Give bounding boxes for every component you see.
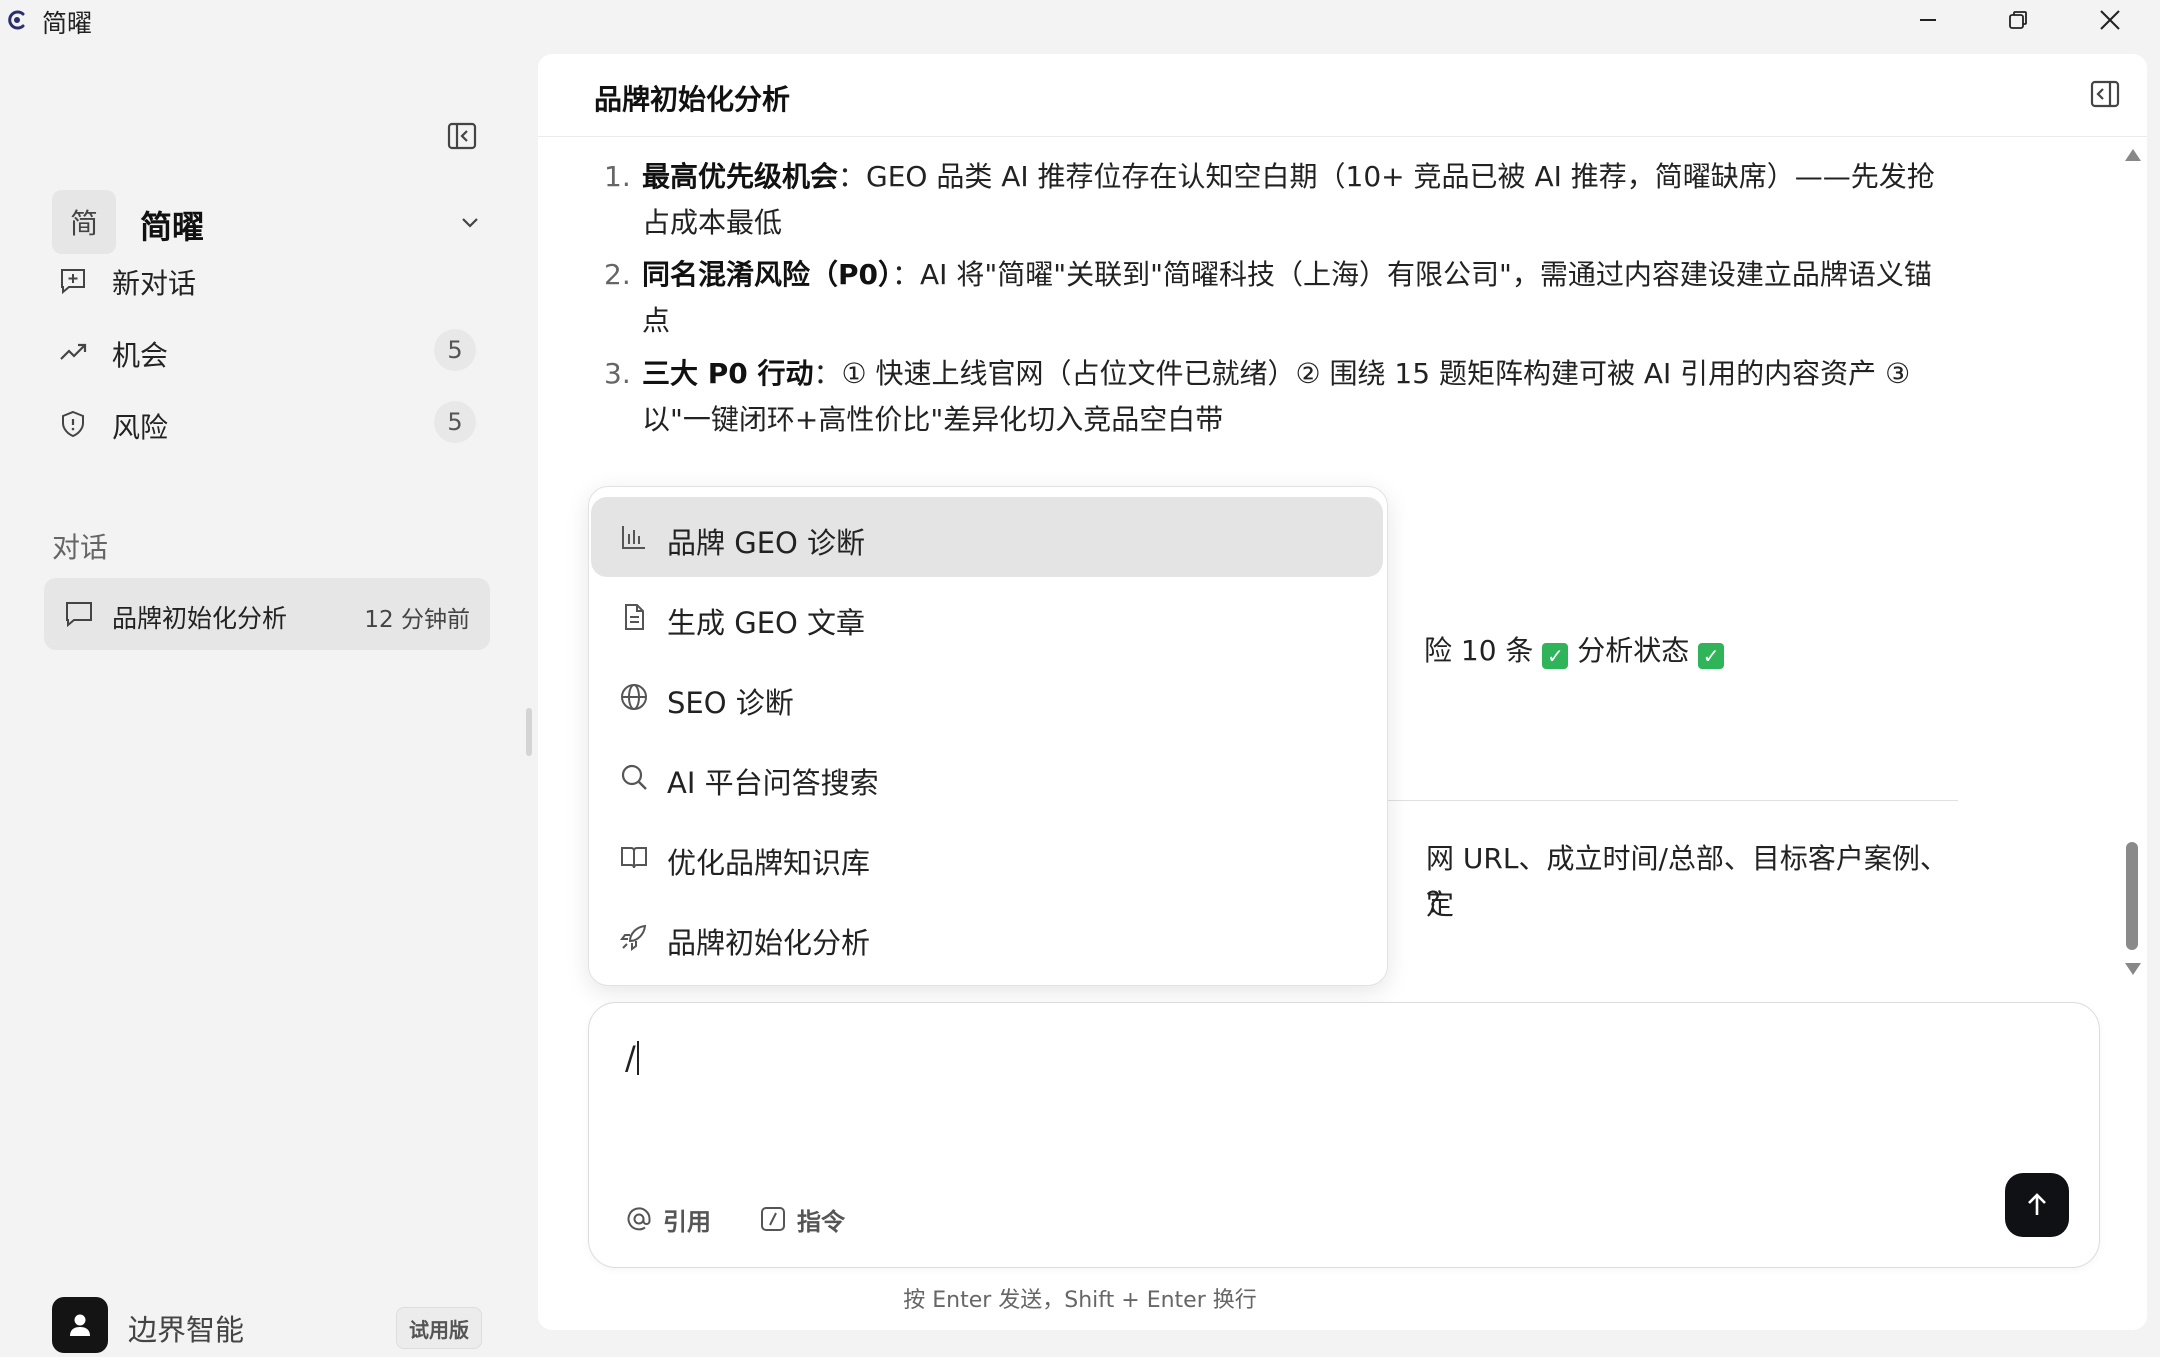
menu-item-label: AI 平台问答搜索 [667,766,879,800]
globe-icon [621,684,647,710]
checkmark-icon: ✓ [1542,643,1569,669]
app-logo-icon [8,10,25,30]
status-line: 险 10 条 ✓ 分析状态 ✓ [1424,628,1725,674]
brand-name: 简曜 [140,208,205,246]
scrollbar-thumb[interactable] [2126,842,2138,950]
chevron-down-icon [462,218,478,228]
mention-button[interactable]: 引用 [625,1199,711,1239]
shield-icon [62,410,84,438]
sidebar-resize-handle[interactable] [526,708,532,756]
menu-item-label: 生成 GEO 文章 [667,606,866,640]
slash-command-icon [761,1207,785,1231]
book-icon [621,847,647,869]
search-icon [621,764,647,790]
text-cursor [636,1041,639,1075]
menu-item-label: SEO 诊断 [667,686,794,720]
sidebar-item-risks[interactable]: 风险 5 [44,392,476,454]
chat-bubble-icon [66,602,92,628]
document-icon [625,604,644,630]
sidebar-item-label: 风险 [112,411,169,444]
toggle-right-panel-icon[interactable] [2089,78,2121,110]
checkmark-icon: ✓ [1698,643,1725,669]
trending-up-icon [60,343,87,360]
menu-item-generate-geo-article[interactable]: 生成 GEO 文章 [591,577,1383,657]
collapse-sidebar-icon[interactable] [446,120,478,152]
close-button[interactable] [2074,0,2146,40]
brand-avatar: 简 [52,190,116,254]
scroll-down-arrow-icon[interactable] [2124,962,2142,976]
menu-item-seo-diagnosis[interactable]: SEO 诊断 [591,657,1383,737]
section-title: 对话 [52,531,109,564]
rocket-icon [620,924,647,951]
sidebar-item-opportunities[interactable]: 机会 5 [44,320,476,382]
menu-item-ai-platform-search[interactable]: AI 平台问答搜索 [591,737,1383,817]
minimize-icon [1920,19,1936,21]
close-icon [2100,10,2120,30]
menu-item-optimize-knowledge-base[interactable]: 优化品牌知识库 [591,817,1383,897]
menu-item-brand-init-analysis[interactable]: 品牌初始化分析 [591,897,1383,977]
app-title: 简曜 [42,9,93,38]
title-bar: 简曜 [0,0,2160,40]
sidebar-item-label: 机会 [112,339,169,372]
sidebar: 简 简曜 新对话 机会 5 风险 5 对话 品牌初始化分析 12 分钟前 边界智… [0,40,538,1353]
partial-text: ？ [1426,886,1455,919]
count-badge: 5 [434,401,476,443]
restore-icon [2009,11,2027,29]
menu-item-brand-geo-diagnosis[interactable]: 品牌 GEO 诊断 [591,497,1383,577]
command-button[interactable]: 指令 [759,1199,845,1239]
send-button[interactable] [2005,1173,2069,1237]
menu-item-label: 品牌初始化分析 [667,926,871,960]
restore-button[interactable] [1982,0,2054,40]
sidebar-item-new-chat[interactable]: 新对话 [44,248,476,310]
conversation-item[interactable]: 品牌初始化分析 12 分钟前 [44,578,490,650]
message-composer[interactable]: / 引用 指令 [588,1002,2100,1268]
bar-chart-icon [622,526,645,549]
minimize-button[interactable] [1892,0,1964,40]
scroll-up-arrow-icon[interactable] [2124,148,2142,162]
menu-item-label: 品牌 GEO 诊断 [667,526,866,560]
main-header: 品牌初始化分析 [538,54,2147,137]
conversation-title: 品牌初始化分析 [112,604,288,633]
at-sign-icon [627,1207,651,1231]
menu-item-label: 优化品牌知识库 [667,846,871,880]
page-title: 品牌初始化分析 [594,83,791,116]
partial-text: 网 URL、成立时间/总部、目标客户案例、定 [1426,842,1948,921]
count-badge: 5 [434,329,476,371]
brand-switcher[interactable]: 简 简曜 [52,190,482,254]
arrow-up-icon [2028,1193,2046,1215]
user-icon [70,1314,90,1336]
plus-square-icon [61,269,85,295]
keyboard-hint: 按 Enter 发送，Shift + Enter 换行 [903,1288,1257,1313]
slash-command-menu: 品牌 GEO 诊断 生成 GEO 文章 SEO 诊断 AI 平台问答搜索 优化品… [588,486,1388,986]
message-input[interactable]: / [625,1039,639,1077]
sidebar-item-label: 新对话 [112,267,197,300]
conversation-time: 12 分钟前 [364,607,470,633]
